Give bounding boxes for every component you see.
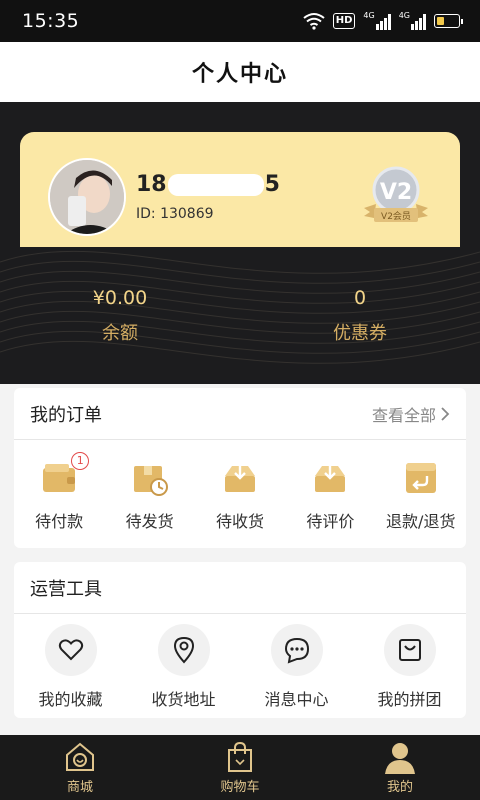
orders-title: 我的订单 — [30, 404, 102, 426]
tool-label: 收货地址 — [151, 690, 216, 709]
order-badge: 1 — [71, 452, 90, 470]
review-box-icon — [312, 460, 348, 496]
balance-label: 余额 — [102, 323, 138, 344]
tab-cart[interactable]: 购物车 — [160, 735, 320, 800]
bottom-tab-bar: 商城 购物车 我的 — [0, 735, 480, 800]
phone-suffix: 5 — [264, 172, 280, 197]
coupon-stat[interactable]: 0 优惠券 — [240, 287, 480, 345]
location-icon — [157, 624, 210, 676]
order-label: 待收货 — [215, 512, 264, 531]
coupon-value: 0 — [353, 287, 367, 309]
tool-label: 我的拼团 — [377, 690, 442, 709]
vip-badge-icon[interactable]: V2 V2会员 — [360, 164, 432, 230]
order-label: 待付款 — [35, 512, 84, 531]
message-icon — [270, 624, 323, 676]
coupon-label: 优惠券 — [333, 323, 387, 344]
tools-row: 我的收藏 收货地址 消息中心 我的拼团 — [14, 614, 466, 710]
vip-label: V2会员 — [381, 210, 411, 222]
view-all-label: 查看全部 — [371, 405, 436, 425]
signal-4g-icon: 4G — [363, 11, 391, 30]
title-bar: 个人中心 — [0, 42, 480, 102]
tool-messages[interactable]: 消息中心 — [247, 624, 347, 710]
order-refund[interactable]: 退款/退货 — [376, 460, 466, 532]
balance-value: ¥0.00 — [92, 287, 148, 309]
order-label: 待发货 — [125, 512, 174, 531]
chevron-right-icon — [441, 406, 450, 421]
tool-favorites[interactable]: 我的收藏 — [21, 624, 121, 710]
avatar-image — [50, 160, 124, 234]
order-status-row: 1 待付款 待发货 待收货 待评价 退款/退货 — [14, 440, 466, 532]
tool-label: 我的收藏 — [38, 690, 103, 709]
order-pending-receipt[interactable]: 待收货 — [195, 460, 285, 532]
vip-level: V2 — [380, 180, 412, 205]
orders-panel: 我的订单 查看全部 1 待付款 待发货 待收货 待评价 退款/退货 — [14, 388, 466, 548]
user-icon — [385, 743, 415, 774]
hd-icon: HD — [332, 13, 356, 29]
order-label: 待评价 — [306, 512, 355, 531]
status-bar: 15:35 HD 4G 4G — [0, 0, 480, 42]
avatar[interactable] — [48, 158, 126, 236]
heart-icon — [44, 624, 97, 676]
page-title: 个人中心 — [191, 62, 288, 87]
tools-panel: 运营工具 我的收藏 收货地址 消息中心 我的拼团 — [14, 562, 466, 718]
battery-icon — [434, 14, 463, 28]
phone-mask — [167, 174, 264, 196]
order-pending-payment[interactable]: 1 待付款 — [14, 452, 104, 532]
account-stats: ¥0.00 余额 0 优惠券 — [0, 287, 480, 345]
signal-4g-label: 4G — [363, 11, 375, 20]
orders-header: 我的订单 查看全部 — [14, 388, 466, 440]
user-id: ID: 130869 — [136, 206, 214, 222]
shopping-bag-icon — [383, 624, 436, 676]
refund-icon — [403, 460, 439, 496]
profile-hero: 18 5 ID: 130869 V2 V2会员 ¥0.00 余额 0 优惠券 — [0, 102, 480, 384]
order-label: 退款/退货 — [386, 512, 456, 531]
status-icons: HD 4G 4G — [303, 11, 463, 30]
balance-stat[interactable]: ¥0.00 余额 — [0, 287, 240, 345]
pending-shipment-icon — [132, 460, 168, 496]
signal-4g-icon: 4G — [399, 12, 426, 30]
tool-label: 消息中心 — [264, 690, 329, 709]
home-icon — [66, 742, 94, 771]
order-pending-shipment[interactable]: 待发货 — [105, 460, 195, 532]
phone-prefix: 18 — [136, 172, 167, 197]
tab-mine[interactable]: 我的 — [320, 735, 480, 800]
status-time: 15:35 — [22, 10, 80, 32]
receive-box-icon — [222, 460, 258, 496]
tab-label: 我的 — [386, 780, 413, 795]
phone-number: 18 5 — [136, 172, 280, 197]
cart-icon — [228, 741, 252, 772]
tool-group-buy[interactable]: 我的拼团 — [360, 624, 460, 710]
tool-address[interactable]: 收货地址 — [134, 624, 234, 710]
tools-title: 运营工具 — [30, 578, 102, 600]
signal-4g-label: 4G — [398, 11, 410, 20]
view-all-orders-link[interactable]: 查看全部 — [372, 402, 450, 426]
tab-mall[interactable]: 商城 — [0, 735, 160, 800]
wifi-icon — [303, 13, 325, 30]
member-card[interactable]: 18 5 ID: 130869 V2 V2会员 — [20, 132, 460, 247]
order-pending-review[interactable]: 待评价 — [285, 460, 375, 532]
wallet-icon: 1 — [41, 452, 90, 496]
tab-label: 商城 — [66, 780, 93, 795]
tab-label: 购物车 — [220, 780, 260, 795]
tools-header: 运营工具 — [14, 562, 466, 614]
